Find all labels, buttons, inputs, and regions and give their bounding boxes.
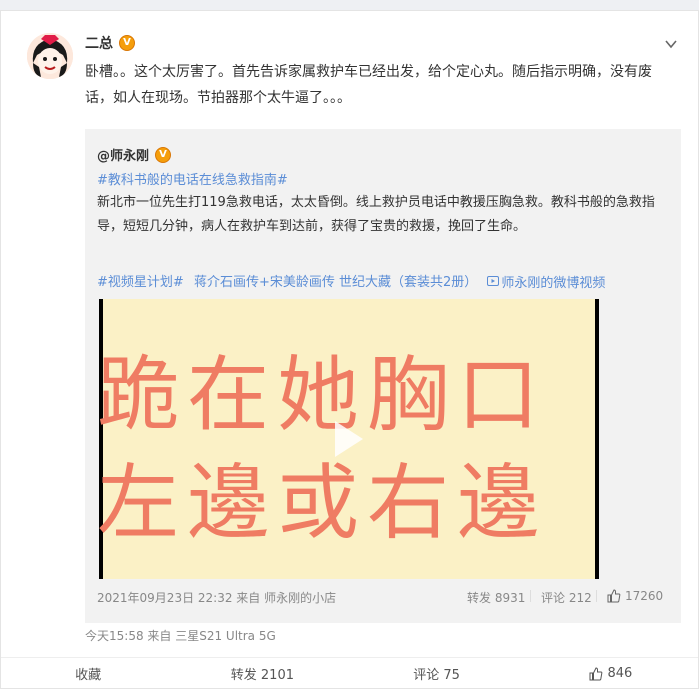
- post-author: 二总 V: [85, 33, 135, 53]
- comment-button[interactable]: 评论 75: [350, 658, 524, 689]
- stat-divider: [596, 590, 597, 602]
- favorite-label: 收藏: [75, 668, 102, 683]
- repost-topic-link[interactable]: #教科书般的电话在线急救指南#: [97, 169, 288, 188]
- repost-links: #视频星计划# 蒋介石画传+宋美龄画传 世纪大藏（套装共2册） 师永刚的微博视频: [97, 271, 617, 291]
- repost-meta: 2021年09月23日 22:32 来自 师永刚的小店: [97, 591, 337, 605]
- repost-like-button[interactable]: 17260: [607, 589, 663, 603]
- post-meta: 今天15:58 来自 三星S21 Ultra 5G: [85, 629, 276, 643]
- repost-like-count: 17260: [625, 589, 664, 603]
- repost-label: 转发 2101: [230, 668, 294, 683]
- thumbs-up-icon: [589, 666, 603, 680]
- repost-repost-count: 转发 8931: [467, 591, 526, 605]
- product-link[interactable]: 蒋介石画传+宋美龄画传 世纪大藏（套装共2册）: [194, 275, 477, 290]
- chevron-down-icon[interactable]: [664, 37, 678, 51]
- video-frame: 跪在她胸口 左邊或右邊: [99, 299, 595, 579]
- post-text: 卧槽。。这个太厉害了。首先告诉家属救护车已经出发，给个定心丸。随后指示明确，没有…: [85, 64, 652, 106]
- like-count: 846: [607, 666, 633, 681]
- verified-badge-icon: V: [155, 146, 172, 163]
- repost-author: @师永刚 V: [97, 145, 172, 164]
- post-action-bar: 收藏 转发 2101 评论 75 846: [1, 657, 698, 689]
- thumbs-up-icon: [607, 589, 621, 603]
- stat-divider: [530, 590, 531, 602]
- video-icon: [487, 276, 500, 286]
- repost-author-name[interactable]: @师永刚: [97, 145, 149, 164]
- comment-label: 评论 75: [413, 668, 460, 683]
- repost-text: 新北市一位先生打119急救电话，太太昏倒。线上救护员电话中教援压胸急救。教科书般…: [97, 195, 655, 234]
- repost-comment-count: 评论 212: [541, 591, 592, 605]
- play-icon[interactable]: [335, 421, 363, 457]
- like-button[interactable]: 846: [524, 658, 698, 689]
- weibo-post-card: 二总 V 卧槽。。这个太厉害了。首先告诉家属救护车已经出发，给个定心丸。随后指示…: [0, 10, 699, 689]
- favorite-button[interactable]: 收藏: [1, 658, 175, 689]
- author-name[interactable]: 二总: [85, 33, 113, 53]
- topic-link[interactable]: #视频星计划#: [97, 275, 184, 290]
- repost-repost-button[interactable]: 转发 8931: [467, 589, 525, 606]
- video-link[interactable]: 师永刚的微博视频: [487, 272, 611, 291]
- verified-badge-icon: V: [119, 35, 135, 51]
- author-avatar[interactable]: [27, 33, 73, 79]
- video-link-label: 师永刚的微博视频: [501, 275, 606, 291]
- repost-comment-button[interactable]: 评论 212: [541, 589, 592, 606]
- video-player[interactable]: 跪在她胸口 左邊或右邊: [99, 299, 599, 579]
- video-caption-line-2: 左邊或右邊: [99, 456, 548, 551]
- repost-button[interactable]: 转发 2101: [175, 658, 349, 689]
- avatar-illustration: [27, 33, 73, 79]
- reposted-weibo[interactable]: @师永刚 V #教科书般的电话在线急救指南# 新北市一位先生打119急救电话，太…: [85, 129, 681, 623]
